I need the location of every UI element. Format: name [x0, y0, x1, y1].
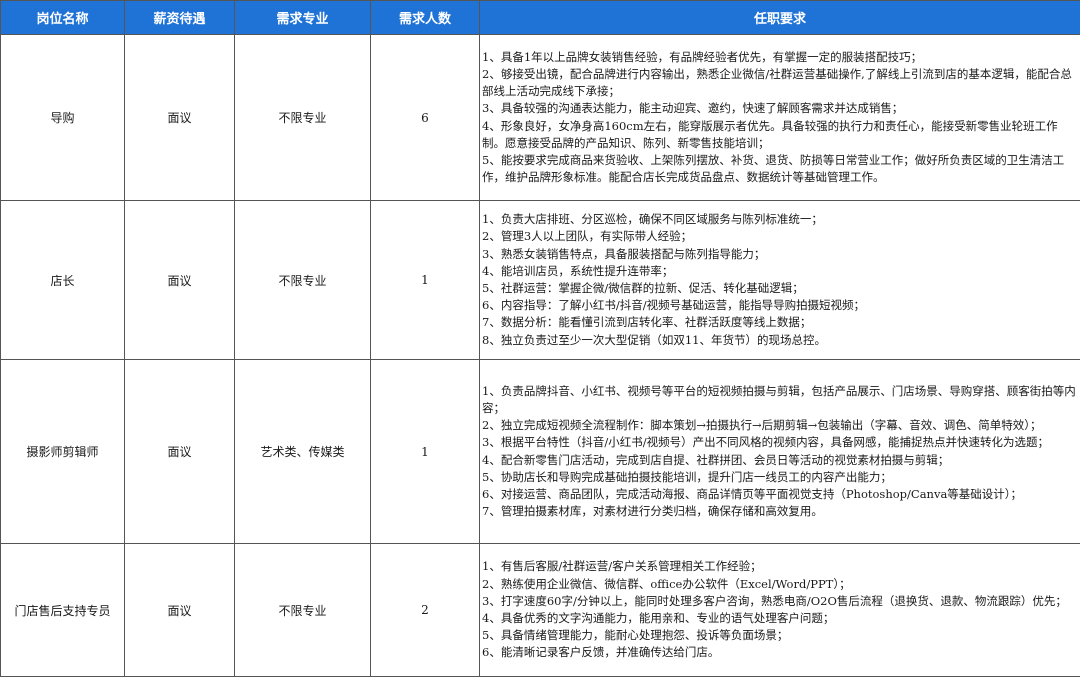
requirement-item: 6、对接运营、商品团队，完成活动海报、商品详情页等平面视觉支持（Photosho… [482, 486, 1023, 501]
requirement-item: 8、独立负责过至少一次大型促销（如双11、年货节）的现场总控。 [482, 332, 826, 347]
position-cell: 摄影师剪辑师 [0, 359, 125, 544]
table-row: 导购 面议 不限专业 6 1、具备1年以上品牌女装销售经验，有品牌经验者优先，有… [0, 34, 1080, 201]
requirements-cell: 1、负责品牌抖音、小红书、视频号等平台的短视频拍摄与剪辑，包括产品展示、门店场景… [479, 359, 1080, 544]
table-row: 店长 面议 不限专业 1 1、负责大店排班、分区巡检，确保不同区域服务与陈列标准… [0, 200, 1080, 360]
requirement-item: 1、负责品牌抖音、小红书、视频号等平台的短视频拍摄与剪辑，包括产品展示、门店场景… [482, 383, 1076, 415]
header-requirements: 任职要求 [479, 0, 1080, 35]
count-cell: 6 [370, 34, 480, 201]
salary-cell: 面议 [124, 543, 235, 677]
requirement-item: 7、管理拍摄素材库，对素材进行分类归档，确保存储和高效复用。 [482, 504, 823, 519]
position-cell: 店长 [0, 200, 125, 360]
table-header-row: 岗位名称 薪资待遇 需求专业 需求人数 任职要求 [0, 0, 1080, 35]
major-cell: 不限专业 [234, 200, 371, 360]
count-cell: 1 [370, 359, 480, 544]
count-cell: 1 [370, 200, 480, 360]
requirement-item: 2、够接受出镜，配合品牌进行内容输出，熟悉企业微信/社群运营基础操作,了解线上引… [482, 66, 1072, 99]
requirements-cell: 1、负责大店排班、分区巡检，确保不同区域服务与陈列标准统一； 2、管理3人以上团… [479, 200, 1080, 360]
major-cell: 不限专业 [234, 543, 371, 677]
requirement-item: 4、具备优秀的文字沟通能力，能用亲和、专业的语气处理客户问题； [482, 611, 835, 625]
requirement-item: 3、熟悉女装销售特点，具备服装搭配与陈列指导能力； [482, 246, 766, 261]
position-cell: 门店售后支持专员 [0, 543, 125, 677]
header-salary: 薪资待遇 [124, 0, 235, 35]
salary-cell: 面议 [124, 34, 235, 201]
job-listing-table: 岗位名称 薪资待遇 需求专业 需求人数 任职要求 导购 面议 不限专业 6 1、… [0, 0, 1080, 677]
table-row: 门店售后支持专员 面议 不限专业 2 1、有售后客服/社群运营/客户关系管理相关… [0, 543, 1080, 677]
requirement-item: 4、配合新零售门店活动，完成到店自提、社群拼团、会员日等活动的视觉素材拍摄与剪辑… [482, 452, 950, 467]
major-cell: 不限专业 [234, 34, 371, 201]
requirement-item: 2、管理3人以上团队，有实际带人经验； [482, 229, 693, 244]
requirement-item: 6、能清晰记录客户反馈，并准确传达给门店。 [482, 645, 720, 660]
requirement-item: 5、具备情绪管理能力，能耐心处理抱怨、投诉等负面场景； [482, 628, 789, 643]
requirement-item: 5、能按要求完成商品来货验收、上架陈列摆放、补货、退货、防损等日常营业工作；做好… [482, 152, 1065, 185]
header-position: 岗位名称 [0, 0, 125, 35]
requirement-item: 4、能培训店员，系统性提升连带率； [482, 263, 674, 278]
header-count: 需求人数 [370, 0, 480, 35]
requirement-item: 2、独立完成短视频全流程制作：脚本策划→拍摄执行→后期剪辑→包装输出（字幕、音效… [482, 418, 1042, 433]
requirement-item: 1、具备1年以上品牌女装销售经验，有品牌经验者优先，有掌握一定的服装搭配技巧； [482, 49, 923, 64]
requirement-item: 1、负责大店排班、分区巡检，确保不同区域服务与陈列标准统一； [482, 212, 823, 227]
requirement-item: 5、社群运营：掌握企微/微信群的拉新、促活、转化基础逻辑； [482, 281, 804, 295]
requirement-item: 3、根据平台特性（抖音/小红书/视频号）产出不同风格的视频内容，具备网感，能捕捉… [482, 435, 1050, 450]
requirement-item: 5、协助店长和导购完成基础拍摄技能培训，提升门店一线员工的内容产出能力； [482, 469, 892, 484]
header-major: 需求专业 [234, 0, 371, 35]
requirements-cell: 1、具备1年以上品牌女装销售经验，有品牌经验者优先，有掌握一定的服装搭配技巧； … [479, 34, 1080, 201]
requirement-item: 7、数据分析：能看懂引流到店转化率、社群活跃度等线上数据； [482, 315, 812, 330]
requirement-item: 4、形象良好，女净身高160cm左右，能穿版展示者优先。具备较强的执行力和责任心… [482, 118, 1058, 150]
salary-cell: 面议 [124, 359, 235, 544]
major-cell: 艺术类、传媒类 [234, 359, 371, 544]
requirement-item: 3、打字速度60字/分钟以上，能同时处理多客户咨询，熟悉电商/O2O售后流程（退… [482, 593, 1067, 608]
count-cell: 2 [370, 543, 480, 677]
table-row: 摄影师剪辑师 面议 艺术类、传媒类 1 1、负责品牌抖音、小红书、视频号等平台的… [0, 359, 1080, 544]
salary-cell: 面议 [124, 200, 235, 360]
requirement-item: 6、内容指导：了解小红书/抖音/视频号基础运营，能指导导购拍摄短视频； [482, 298, 866, 313]
requirement-item: 2、熟练使用企业微信、微信群、office办公软件（Excel/Word/PPT… [482, 576, 851, 591]
requirements-cell: 1、有售后客服/社群运营/客户关系管理相关工作经验； 2、熟练使用企业微信、微信… [479, 543, 1080, 677]
requirement-item: 1、有售后客服/社群运营/客户关系管理相关工作经验； [482, 559, 762, 574]
requirement-item: 3、具备较强的沟通表达能力，能主动迎宾、邀约，快速了解顾客需求并达成销售； [482, 101, 904, 116]
position-cell: 导购 [0, 34, 125, 201]
